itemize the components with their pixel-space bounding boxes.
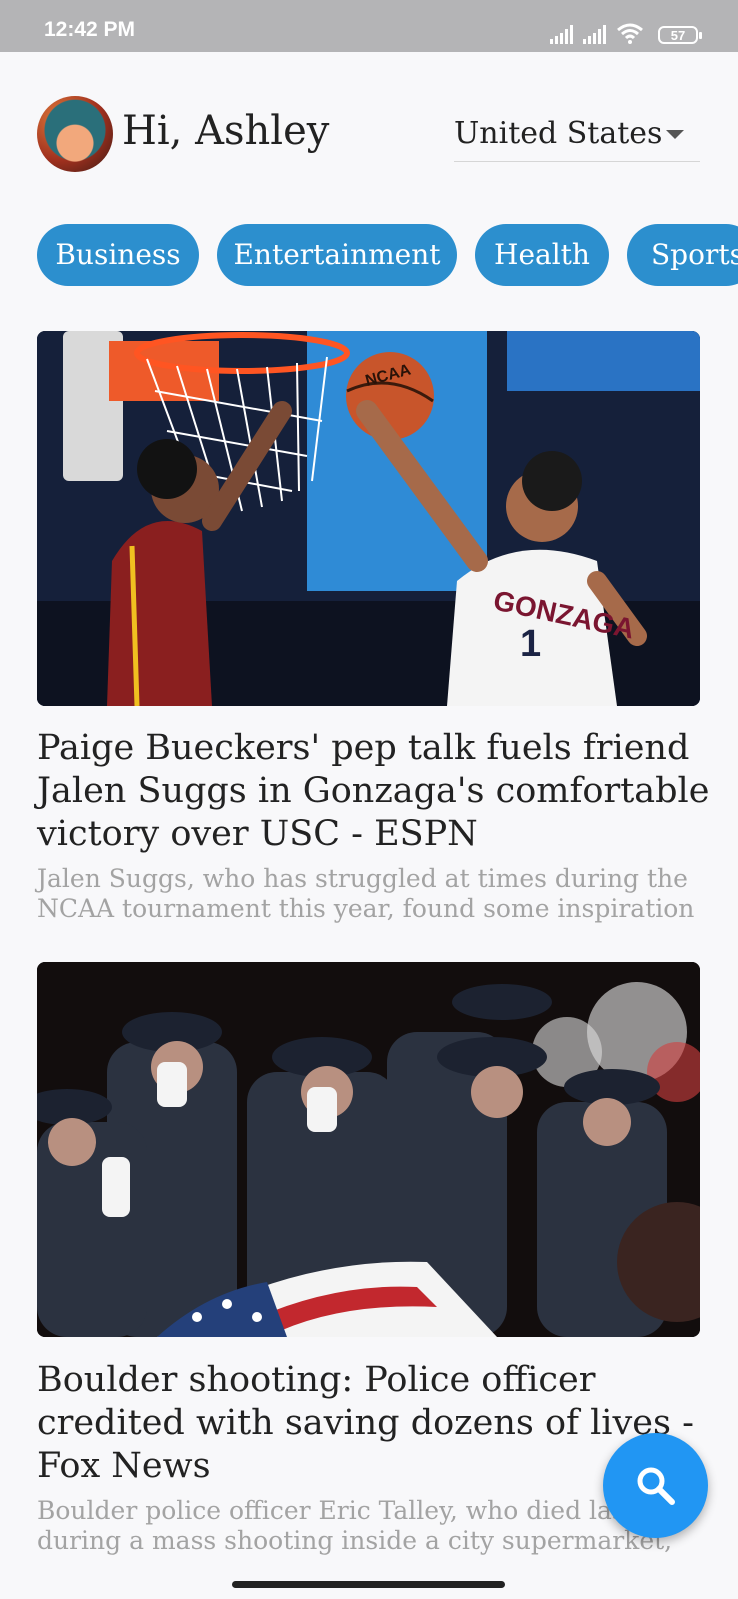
category-chip-health[interactable]: Health xyxy=(475,224,609,286)
article-image-police[interactable] xyxy=(37,962,700,1337)
battery-level: 57 xyxy=(670,27,686,43)
police-photo xyxy=(37,962,700,1337)
category-chip-entertainment[interactable]: Entertainment xyxy=(217,224,457,286)
category-chip-business[interactable]: Business xyxy=(37,224,199,286)
status-icons: 57 xyxy=(550,20,702,44)
article-image-basketball[interactable]: NCAA GONZAGA 1 xyxy=(37,331,700,706)
article-title[interactable]: Paige Bueckers' pep talk fuels friend Ja… xyxy=(37,727,717,856)
category-chip-sports[interactable]: Sports xyxy=(627,224,738,286)
battery-icon: 57 xyxy=(658,26,702,44)
basketball-photo: NCAA GONZAGA 1 xyxy=(37,331,700,706)
article-description: Jalen Suggs, who has struggled at times … xyxy=(37,864,695,923)
greeting: Hi, Ashley xyxy=(122,108,330,154)
country-label: United States xyxy=(454,116,663,151)
avatar[interactable] xyxy=(37,96,113,172)
wifi-icon xyxy=(617,23,643,44)
signal-icon-2 xyxy=(583,24,606,44)
status-bar: 12:42 PM 57 xyxy=(0,0,738,52)
home-indicator[interactable] xyxy=(232,1581,505,1588)
signal-icon xyxy=(550,24,573,44)
status-time: 12:42 PM xyxy=(44,18,136,41)
chevron-down-icon xyxy=(666,130,684,139)
jersey-number: 1 xyxy=(520,623,541,665)
country-selector[interactable]: United States xyxy=(454,112,700,162)
search-icon xyxy=(637,1467,675,1505)
search-button[interactable] xyxy=(603,1433,708,1538)
